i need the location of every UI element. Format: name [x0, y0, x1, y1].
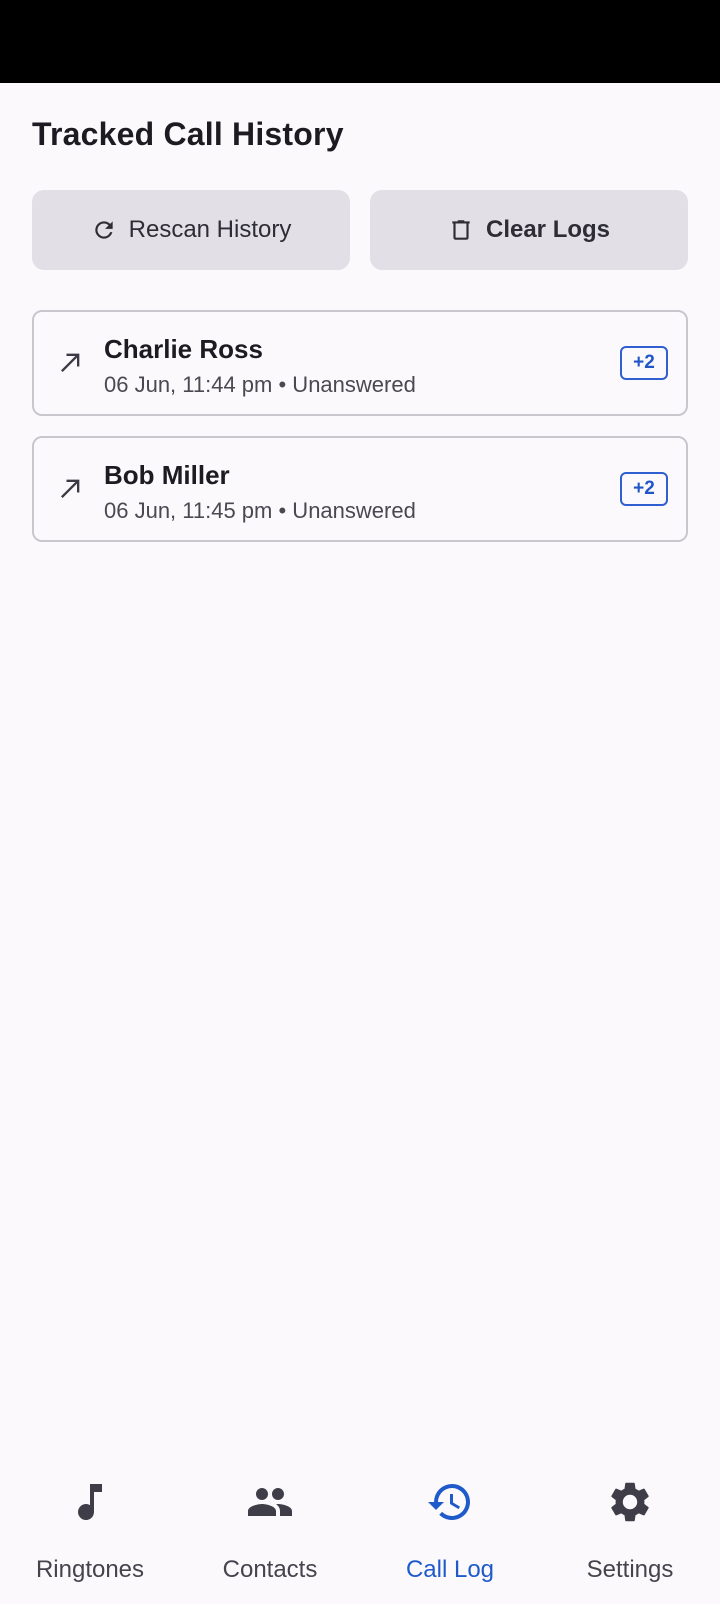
gear-icon [611, 1482, 649, 1522]
nav-label: Settings [586, 1556, 674, 1583]
nav-item-ringtones[interactable]: Ringtones [0, 1452, 180, 1604]
nav-item-contacts[interactable]: Contacts [180, 1452, 360, 1604]
call-meta: 06 Jun, 11:45 pm • Unanswered [104, 498, 416, 523]
bottom-navigation: Ringtones Contacts Call Log Settings [0, 1452, 720, 1604]
caller-name: Bob Miller [104, 460, 230, 490]
count-badge: +2 [620, 472, 668, 506]
clear-logs-label: Clear Logs [485, 216, 611, 243]
trash-icon [452, 220, 470, 240]
nav-label: Contacts [222, 1556, 318, 1583]
nav-item-call-log[interactable]: Call Log [360, 1452, 540, 1604]
outgoing-call-arrow-icon [61, 353, 80, 372]
people-icon [248, 1488, 292, 1516]
page-title: Tracked Call History [32, 116, 344, 152]
music-note-icon [78, 1484, 102, 1521]
clear-logs-button[interactable]: Clear Logs [370, 190, 688, 270]
rescan-history-button[interactable]: Rescan History [32, 190, 350, 270]
refresh-icon [94, 221, 113, 239]
history-icon [428, 1484, 470, 1520]
call-list-item[interactable]: Charlie Ross 06 Jun, 11:44 pm • Unanswer… [32, 310, 688, 416]
call-list: Charlie Ross 06 Jun, 11:44 pm • Unanswer… [32, 310, 688, 562]
nav-label: Call Log [405, 1556, 495, 1583]
nav-label: Ringtones [35, 1556, 145, 1583]
status-bar [0, 0, 720, 83]
rescan-history-label: Rescan History [128, 216, 292, 243]
call-meta: 06 Jun, 11:44 pm • Unanswered [104, 372, 416, 397]
outgoing-call-arrow-icon [61, 479, 80, 498]
nav-item-settings[interactable]: Settings [540, 1452, 720, 1604]
caller-name: Charlie Ross [104, 334, 263, 364]
call-list-item[interactable]: Bob Miller 06 Jun, 11:45 pm • Unanswered… [32, 436, 688, 542]
count-badge: +2 [620, 346, 668, 380]
